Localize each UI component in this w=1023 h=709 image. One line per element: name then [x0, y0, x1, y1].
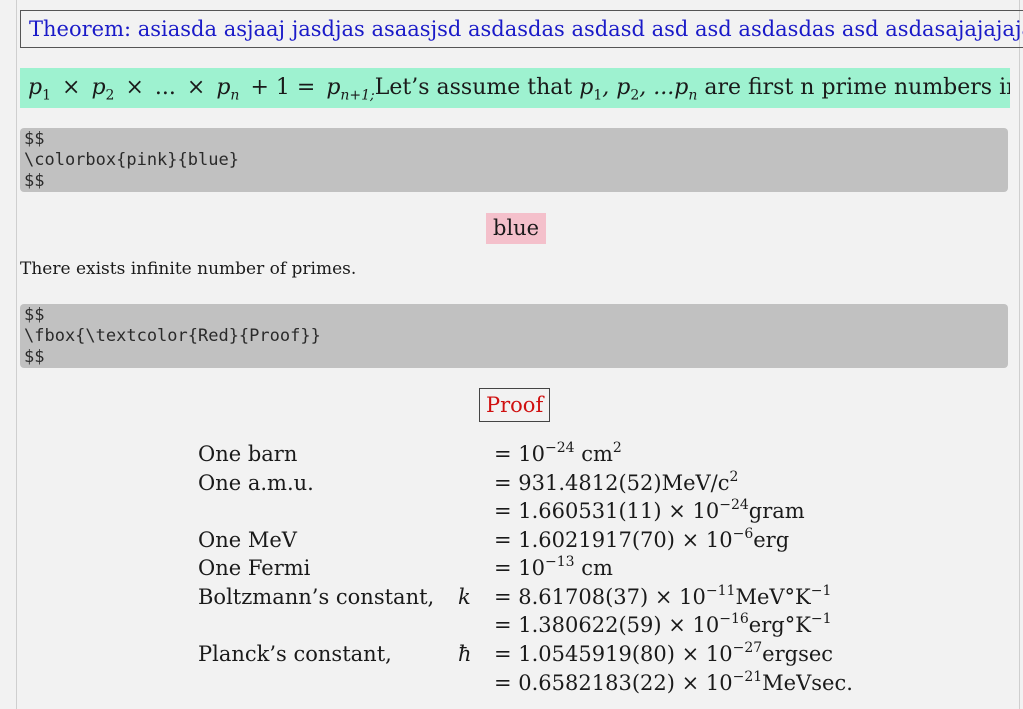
seq-sub: 2	[630, 87, 640, 104]
unit-exponent: 2	[612, 440, 622, 456]
theorem-label: Theorem:	[29, 17, 132, 41]
theorem-box: Theorem: asiasda asjaaj jasdjas asaasjsd…	[20, 10, 1023, 48]
prime-sub: n+1;	[340, 87, 375, 104]
constant-symbol: k	[458, 585, 471, 609]
value-base: = 10	[494, 442, 545, 466]
value-unit: cm	[574, 442, 613, 466]
constant-value: = 10−24 cm2	[494, 440, 622, 468]
primes-highlight-block: p1 × p2 × ... × pn + 1 = pn+1;Let’s assu…	[20, 68, 1010, 108]
value-base: = 1.6021917(70) × 10	[494, 528, 733, 552]
theorem-text: asiasda asjaaj jasdjas asaasjsd asdasdas…	[137, 17, 1023, 41]
code-line: $$	[24, 129, 45, 149]
value-exponent: −13	[545, 554, 575, 570]
constant-label: Planck’s constant,	[198, 642, 392, 666]
code-line: $$	[24, 171, 45, 191]
code-block-fbox: $$ \fbox{\textcolor{Red}{Proof}} $$	[20, 304, 1008, 368]
constant-value: = 1.380622(59) × 10−16erg°K−1	[494, 611, 832, 639]
constant-value: = 1.6021917(70) × 10−6erg	[494, 526, 789, 554]
times-symbol: ×	[62, 75, 81, 100]
value-exponent: −24	[719, 497, 749, 513]
times-symbol: ×	[186, 75, 206, 100]
value-base: = 10	[494, 556, 545, 580]
code-line: $$	[24, 347, 45, 367]
prime-var: p	[91, 75, 106, 100]
constant-label: One a.m.u.	[198, 471, 314, 495]
code-line: \colorbox{pink}{blue}	[24, 150, 239, 170]
value-exponent: −27	[732, 640, 763, 656]
constant-label: Boltzmann’s constant,	[198, 585, 435, 609]
infinite-primes-statement: There exists infinite number of primes.	[20, 259, 357, 279]
prime-sub: 2	[105, 87, 115, 104]
seq-sub: n	[688, 87, 698, 104]
sequence-text: are first n prime numbers in the sequenc…	[704, 75, 1010, 100]
constant-label: One MeV	[198, 528, 297, 552]
assume-text: Let’s assume that	[374, 75, 573, 100]
page-left-border	[16, 0, 17, 709]
code-block-colorbox: $$ \colorbox{pink}{blue} $$	[20, 128, 1008, 192]
constant-value: = 931.4812(52)MeV/c2	[494, 469, 738, 497]
constant-value: = 10−13 cm	[494, 554, 613, 582]
value-exponent: −11	[705, 583, 736, 599]
proof-framed-box: Proof	[479, 388, 551, 422]
value-unit: ergsec	[762, 642, 834, 666]
times-symbol: ×	[125, 75, 144, 100]
value-exponent: −6	[732, 526, 754, 542]
unit-exponent: −1	[810, 611, 832, 627]
value-base: = 1.380622(59) × 10	[494, 613, 720, 637]
value-unit: erg°K	[748, 613, 811, 637]
seq-sub: 1	[593, 87, 603, 104]
seq-var: , p	[602, 75, 631, 100]
value-exponent: 2	[729, 469, 739, 485]
value-unit: erg	[753, 528, 790, 552]
constant-value: = 0.6582183(22) × 10−21MeVsec.	[494, 669, 853, 697]
pink-colorbox: blue	[486, 213, 547, 244]
page-right-border	[1019, 0, 1020, 709]
prime-sub: n	[230, 87, 240, 104]
code-line: \fbox{\textcolor{Red}{Proof}}	[24, 326, 321, 346]
constant-label: One barn	[198, 442, 298, 466]
constant-symbol: ħ	[458, 642, 472, 666]
constant-label: One Fermi	[198, 556, 311, 580]
value-unit: MeVsec.	[762, 671, 853, 695]
constant-value: = 1.660531(11) × 10−24gram	[494, 497, 805, 525]
value-base: = 0.6582183(22) × 10	[494, 671, 733, 695]
unit-exponent: −1	[810, 583, 832, 599]
value-unit: cm	[574, 556, 613, 580]
code-line: $$	[24, 305, 45, 325]
value-base: = 8.61708(37) × 10	[494, 585, 706, 609]
prime-var: p	[216, 75, 231, 100]
plus-equals: + 1 =	[250, 75, 316, 100]
value-exponent: −21	[732, 669, 763, 685]
value-unit: gram	[748, 499, 805, 523]
value-base: = 1.0545919(80) × 10	[494, 642, 733, 666]
value-base: = 931.4812(52)MeV/c	[494, 471, 730, 495]
value-exponent: −16	[719, 611, 749, 627]
prime-sub: 1	[42, 87, 52, 104]
value-unit: MeV°K	[735, 585, 811, 609]
prime-var: p	[28, 75, 43, 100]
value-exponent: −24	[545, 440, 575, 456]
value-base: = 1.660531(11) × 10	[494, 499, 720, 523]
constant-value: = 1.0545919(80) × 10−27ergsec	[494, 640, 833, 668]
constant-value: = 8.61708(37) × 10−11MeV°K−1	[494, 583, 831, 611]
seq-var: , ...p	[639, 75, 689, 100]
prime-var: p	[326, 75, 341, 100]
ellipsis: ...	[154, 75, 176, 100]
seq-var: p	[579, 75, 594, 100]
